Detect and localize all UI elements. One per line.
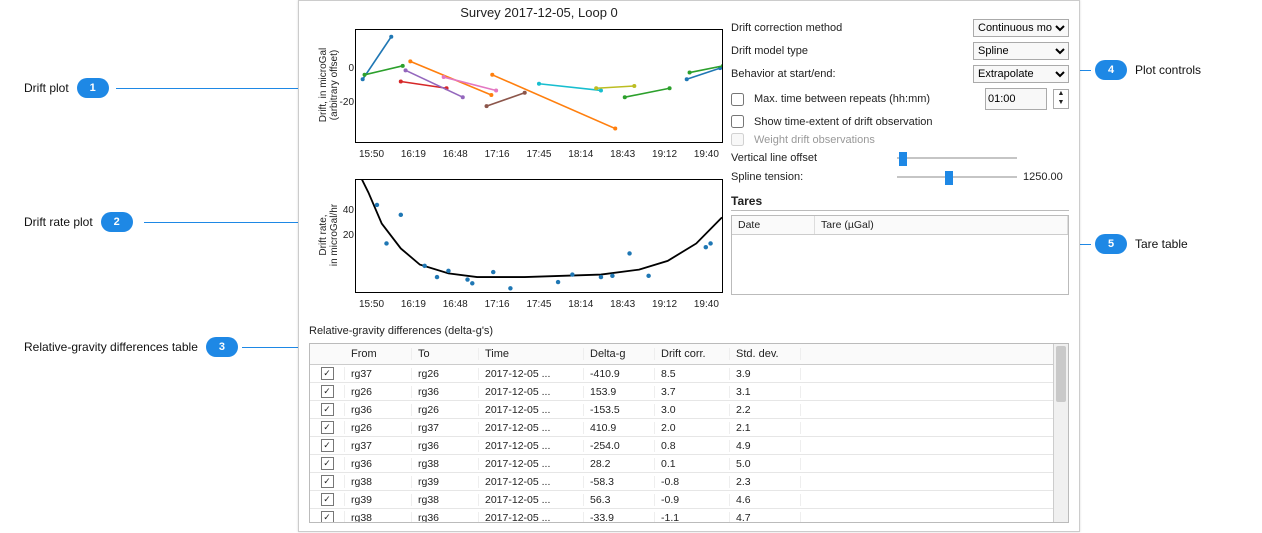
table-row[interactable]: ✓rg37rg362017-12-05 ...-254.00.84.9 [310,437,1068,455]
drift-method-label: Drift correction method [731,22,967,34]
table-row[interactable]: ✓rg36rg382017-12-05 ...28.20.15.0 [310,455,1068,473]
table-row[interactable]: ✓rg39rg382017-12-05 ...56.3-0.94.6 [310,491,1068,509]
callout-label-1: Drift plot [24,81,69,95]
row-checkbox[interactable]: ✓ [321,511,334,523]
table-row[interactable]: ✓rg38rg392017-12-05 ...-58.3-0.82.3 [310,473,1068,491]
row-checkbox[interactable]: ✓ [321,403,334,416]
row-checkbox[interactable]: ✓ [321,493,334,506]
deltag-title: Relative-gravity differences (delta-g's) [309,325,1069,337]
tares-title: Tares [731,194,1069,211]
spin-down-icon[interactable]: ▼ [1054,99,1068,108]
table-row[interactable]: ✓rg26rg372017-12-05 ...410.92.02.1 [310,419,1068,437]
plot-title: Survey 2017-12-05, Loop 0 [355,5,723,20]
drift-plot[interactable]: 0-20 [355,29,723,143]
callout-label-4: Plot controls [1135,63,1201,77]
row-checkbox[interactable]: ✓ [321,475,334,488]
callout-label-3: Relative-gravity differences table [24,340,198,354]
showextent-checkbox[interactable] [731,115,744,128]
callout-badge-3: 3 [206,337,238,357]
maxtime-label: Max. time between repeats (hh:mm) [754,93,979,105]
tares-table[interactable]: Date Tare (µGal) [731,215,1069,295]
callout-label-5: Tare table [1135,237,1188,251]
table-row[interactable]: ✓rg36rg262017-12-05 ...-153.53.02.2 [310,401,1068,419]
callout-badge-1: 1 [77,78,109,98]
drift-method-select[interactable]: Continuous model [973,19,1069,37]
showextent-label: Show time-extent of drift observation [754,116,1069,128]
weight-checkbox [731,133,744,146]
col-from[interactable]: From [345,348,412,360]
app-panel: Survey 2017-12-05, Loop 0 Drift, in micr… [298,0,1080,532]
behavior-select[interactable]: Extrapolate [973,65,1069,83]
col-dg[interactable]: Delta-g [584,348,655,360]
drift-rate-plot[interactable]: 4020 [355,179,723,293]
table-row[interactable]: ✓rg37rg262017-12-05 ...-410.98.53.9 [310,365,1068,383]
deltag-scrollbar[interactable] [1053,344,1068,522]
behavior-label: Behavior at start/end: [731,68,967,80]
row-checkbox[interactable]: ✓ [321,421,334,434]
row-checkbox[interactable]: ✓ [321,439,334,452]
col-dc[interactable]: Drift corr. [655,348,730,360]
callout-badge-5: 5 [1095,234,1127,254]
plot-controls-panel: Drift correction method Continuous model… [731,19,1069,305]
col-to[interactable]: To [412,348,479,360]
callout-badge-2: 2 [101,212,133,232]
deltag-table[interactable]: From To Time Delta-g Drift corr. Std. de… [309,343,1069,523]
tension-value: 1250.00 [1023,171,1069,183]
vline-label: Vertical line offset [731,152,891,164]
row-checkbox[interactable]: ✓ [321,457,334,470]
row-checkbox[interactable]: ✓ [321,385,334,398]
spin-up-icon[interactable]: ▲ [1054,90,1068,99]
callout-badge-4: 4 [1095,60,1127,80]
tension-label: Spline tension: [731,171,891,183]
maxtime-checkbox[interactable] [731,93,744,106]
table-row[interactable]: ✓rg38rg362017-12-05 ...-33.9-1.14.7 [310,509,1068,523]
row-checkbox[interactable]: ✓ [321,367,334,380]
weight-label: Weight drift observations [754,134,1069,146]
drift-model-label: Drift model type [731,45,967,57]
drift-model-select[interactable]: Spline [973,42,1069,60]
callout-label-2: Drift rate plot [24,215,93,229]
table-row[interactable]: ✓rg26rg362017-12-05 ...153.93.73.1 [310,383,1068,401]
tares-head-date: Date [732,216,815,234]
maxtime-input[interactable] [985,88,1047,110]
col-time[interactable]: Time [479,348,584,360]
tares-head-tare: Tare (µGal) [815,216,1068,234]
tension-slider[interactable] [897,170,1017,184]
vline-slider[interactable] [897,151,1017,165]
col-sd[interactable]: Std. dev. [730,348,801,360]
